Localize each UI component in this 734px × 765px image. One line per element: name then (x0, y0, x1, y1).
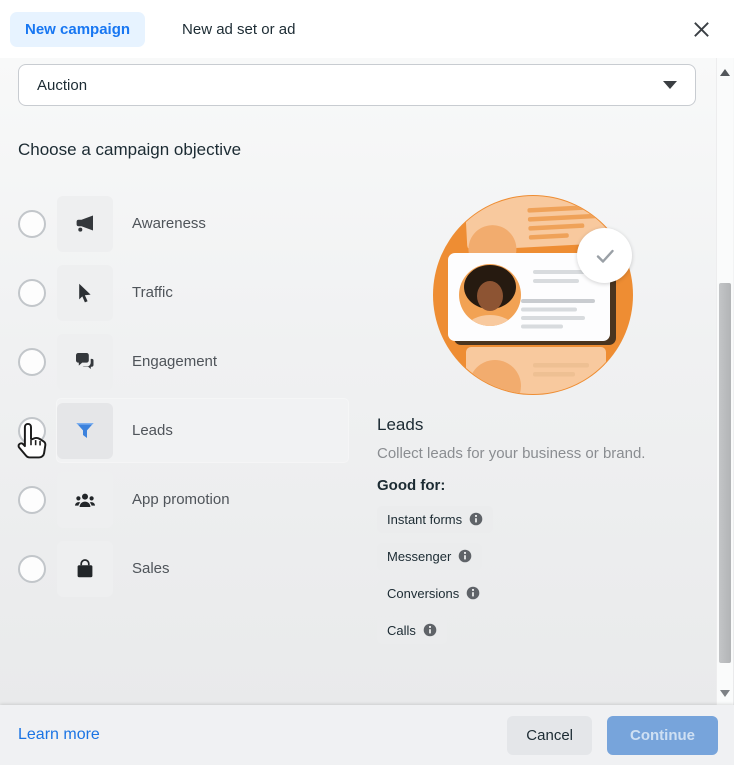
good-for-tag: Messenger (377, 542, 483, 570)
objective-row-body[interactable]: Sales (57, 537, 348, 600)
objective-radio[interactable] (18, 416, 46, 445)
dialog-footer: Learn more Cancel Continue (0, 705, 734, 765)
detail-title: Leads (377, 415, 424, 434)
info-button[interactable] (458, 549, 472, 563)
detail-description: Collect leads for your business or brand… (377, 445, 646, 462)
objective-label: Awareness (132, 215, 206, 232)
tab-new-ad-set-or-ad[interactable]: New ad set or ad (167, 12, 310, 47)
objective-icon-tile (57, 264, 113, 321)
good-for-tag: Calls (377, 616, 447, 644)
info-button[interactable] (423, 623, 437, 637)
info-circle-icon (466, 586, 480, 600)
tag-label: Messenger (387, 548, 452, 564)
objective-row-awareness[interactable]: Awareness (18, 192, 348, 255)
objective-radio[interactable] (18, 347, 46, 376)
buying-type-value: Auction (37, 76, 88, 94)
objective-row-body[interactable]: Traffic (57, 261, 348, 324)
close-icon (693, 21, 709, 37)
scroll-down-button[interactable] (717, 685, 733, 701)
tag-label: Instant forms (387, 511, 463, 527)
objective-icon-tile (57, 195, 113, 252)
megaphone-icon (73, 212, 97, 236)
new-campaign-dialog: New campaign New ad set or ad Auction Ch… (0, 0, 734, 765)
objective-icon-tile (57, 333, 113, 390)
objective-row-body[interactable]: Awareness (57, 192, 348, 255)
info-button[interactable] (469, 512, 483, 526)
good-for-label: Good for: (377, 476, 446, 494)
good-for-tag: Instant forms (377, 505, 494, 533)
objective-icon-tile (57, 471, 113, 528)
objective-row-leads[interactable]: Leads (18, 399, 348, 462)
cancel-button[interactable]: Cancel (507, 715, 592, 755)
objective-detail-panel: Leads Collect leads for your business or… (377, 188, 699, 654)
good-for-tag: Conversions (377, 579, 491, 607)
funnel-icon (73, 419, 97, 443)
objective-icon-tile (57, 540, 113, 597)
check-badge (577, 228, 632, 283)
objective-row-sales[interactable]: Sales (18, 537, 348, 600)
info-circle-icon (458, 549, 472, 563)
leads-illustration-graphic (433, 195, 633, 395)
objective-section-heading: Choose a campaign objective (18, 140, 242, 159)
triangle-up-icon (720, 68, 730, 76)
objective-list: Awareness Traffic Engagement Leads App p… (18, 192, 348, 606)
dialog-header: New campaign New ad set or ad (0, 0, 734, 58)
objective-row-body[interactable]: Engagement (57, 330, 348, 393)
scrollbar (716, 58, 733, 705)
checkmark-icon (596, 249, 614, 263)
good-for-tag-list: Instant forms Messenger Conversions Call… (377, 505, 699, 654)
info-circle-icon (469, 512, 483, 526)
chevron-down-icon (663, 81, 677, 89)
continue-button[interactable]: Continue (607, 715, 718, 755)
tag-label: Conversions (387, 585, 460, 601)
info-button[interactable] (466, 586, 480, 600)
objective-radio[interactable] (18, 554, 46, 583)
objective-label: Engagement (132, 353, 218, 370)
leads-illustration (427, 195, 637, 405)
cursor-icon (73, 281, 97, 305)
info-circle-icon (423, 623, 437, 637)
objective-row-body[interactable]: Leads (57, 399, 348, 462)
objective-radio[interactable] (18, 278, 46, 307)
objective-radio[interactable] (18, 209, 46, 238)
tag-label: Calls (387, 622, 416, 638)
objective-row-app-promotion[interactable]: App promotion (18, 468, 348, 531)
chat-bubbles-icon (73, 350, 97, 374)
scroll-up-button[interactable] (717, 64, 733, 80)
objective-row-body[interactable]: App promotion (57, 468, 348, 531)
objective-label: Traffic (132, 284, 173, 301)
close-button[interactable] (688, 16, 714, 42)
buying-type-select[interactable]: Auction (18, 64, 696, 106)
dialog-body: Auction Choose a campaign objective Awar… (0, 58, 734, 705)
objective-row-engagement[interactable]: Engagement (18, 330, 348, 393)
objective-label: Leads (132, 422, 173, 439)
objective-label: App promotion (132, 491, 230, 508)
learn-more-link[interactable]: Learn more (18, 726, 100, 744)
objective-radio[interactable] (18, 485, 46, 514)
shopping-bag-icon (73, 557, 97, 581)
objective-label: Sales (132, 560, 170, 577)
scrollbar-thumb[interactable] (719, 283, 731, 663)
tab-new-campaign[interactable]: New campaign (10, 11, 146, 47)
objective-icon-tile (57, 402, 113, 459)
triangle-down-icon (720, 689, 730, 697)
people-icon (73, 488, 97, 512)
objective-row-traffic[interactable]: Traffic (18, 261, 348, 324)
